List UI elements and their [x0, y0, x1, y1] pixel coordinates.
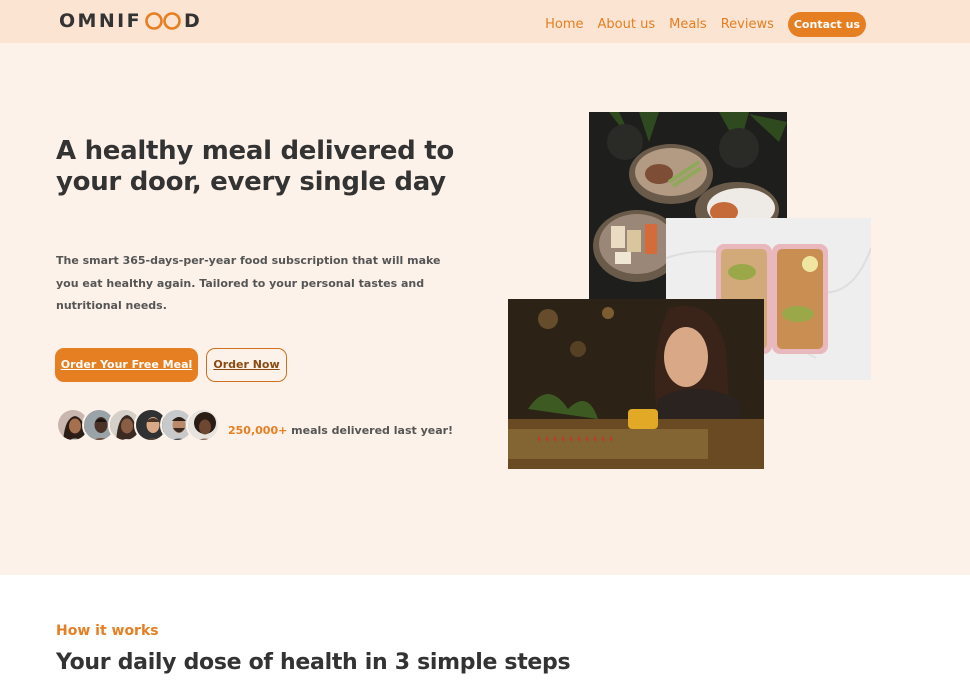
meals-delivered-label: meals delivered last year!: [287, 424, 454, 437]
section-subheading: How it works: [56, 623, 159, 639]
nav-reviews-link[interactable]: Reviews: [721, 13, 774, 37]
contact-us-button[interactable]: Contact us: [787, 12, 866, 37]
nav-about-link[interactable]: About us: [598, 13, 656, 37]
avatar: [186, 408, 220, 442]
hero-title: A healthy meal delivered to your door, e…: [56, 136, 454, 197]
site-header: OMNIF D Home About us Meals Reviews Cont…: [0, 0, 970, 43]
nav-home-link[interactable]: Home: [545, 13, 583, 37]
hero-description: The smart 365-days-per-year food subscri…: [56, 254, 441, 312]
logo-text-end: D: [184, 10, 203, 32]
meals-delivered-text: 250,000+ meals delivered last year!: [228, 424, 453, 437]
main-nav: Home About us Meals Reviews Contact us: [545, 12, 866, 37]
omnifood-logo[interactable]: OMNIF D: [59, 9, 202, 33]
nav-meals-link[interactable]: Meals: [669, 13, 707, 37]
logo-text-start: OMNIF: [59, 10, 143, 32]
order-free-meal-button[interactable]: Order Your Free Meal: [55, 348, 198, 382]
meals-delivered-count: 250,000+: [228, 424, 288, 437]
order-now-button[interactable]: Order Now: [206, 348, 287, 382]
woman-eating-image: [508, 299, 764, 469]
customer-avatars: [56, 408, 221, 442]
section-heading: Your daily dose of health in 3 simple st…: [56, 650, 571, 675]
infinity-logo-icon: [145, 12, 181, 30]
